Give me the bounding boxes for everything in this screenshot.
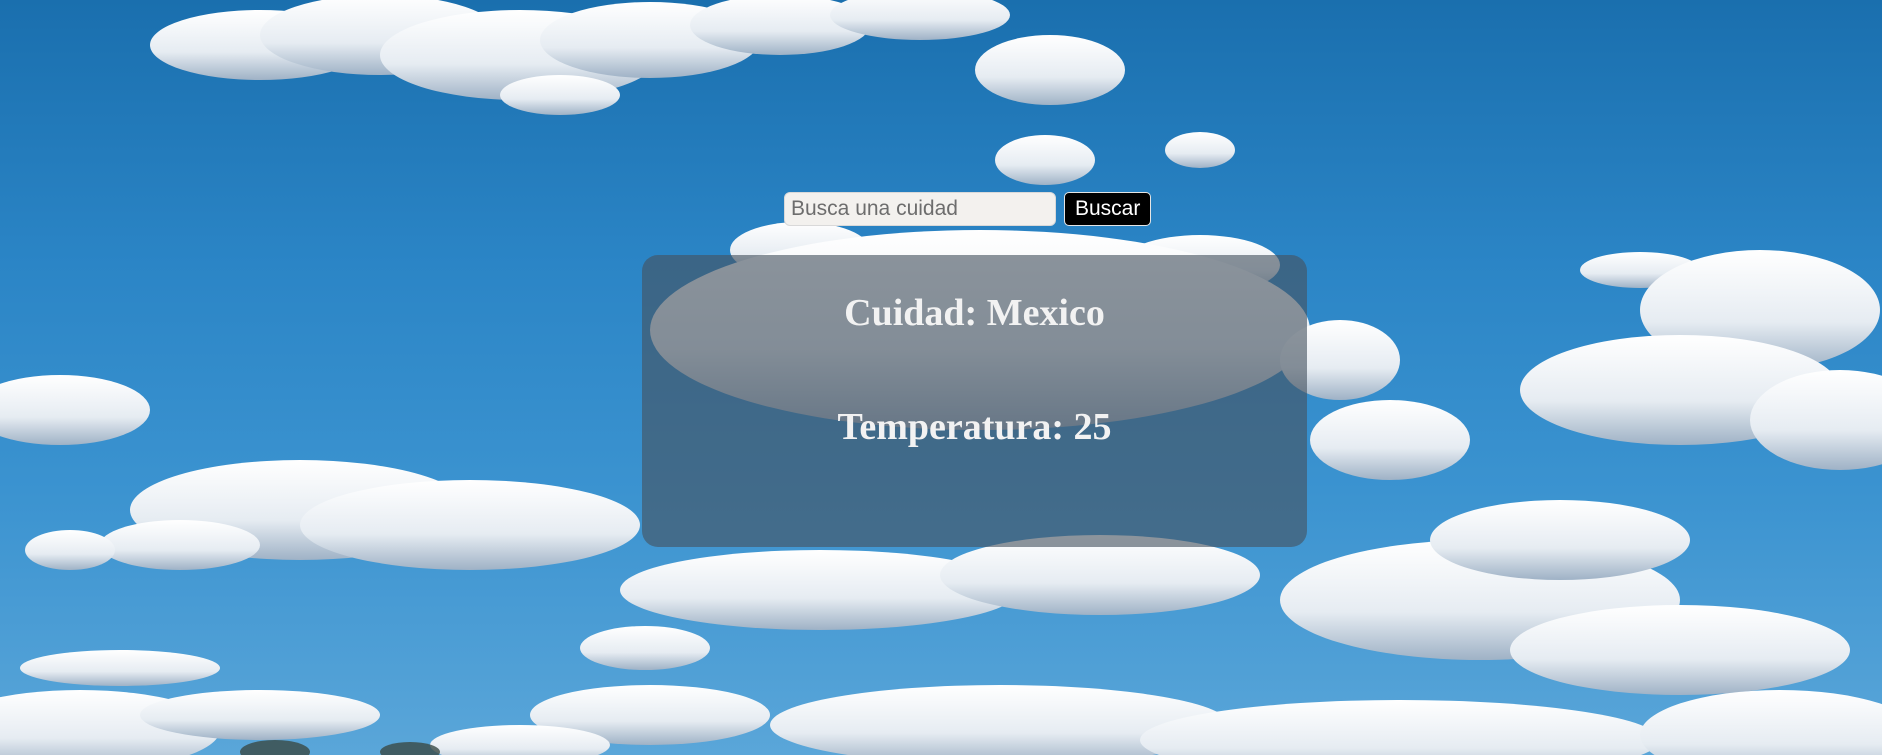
weather-card: Cuidad: Mexico Temperatura: 25 (642, 255, 1307, 547)
cloud-top-left (150, 0, 1010, 115)
tree-silhouette (240, 740, 440, 755)
search-bar: Buscar (784, 192, 1152, 226)
cloud-top-center (975, 35, 1235, 185)
city-search-input[interactable] (784, 192, 1056, 226)
cloud-left (0, 375, 640, 570)
temperature-heading: Temperatura: 25 (837, 406, 1112, 448)
search-button[interactable]: Buscar (1064, 192, 1152, 226)
city-heading: Cuidad: Mexico (844, 292, 1105, 334)
